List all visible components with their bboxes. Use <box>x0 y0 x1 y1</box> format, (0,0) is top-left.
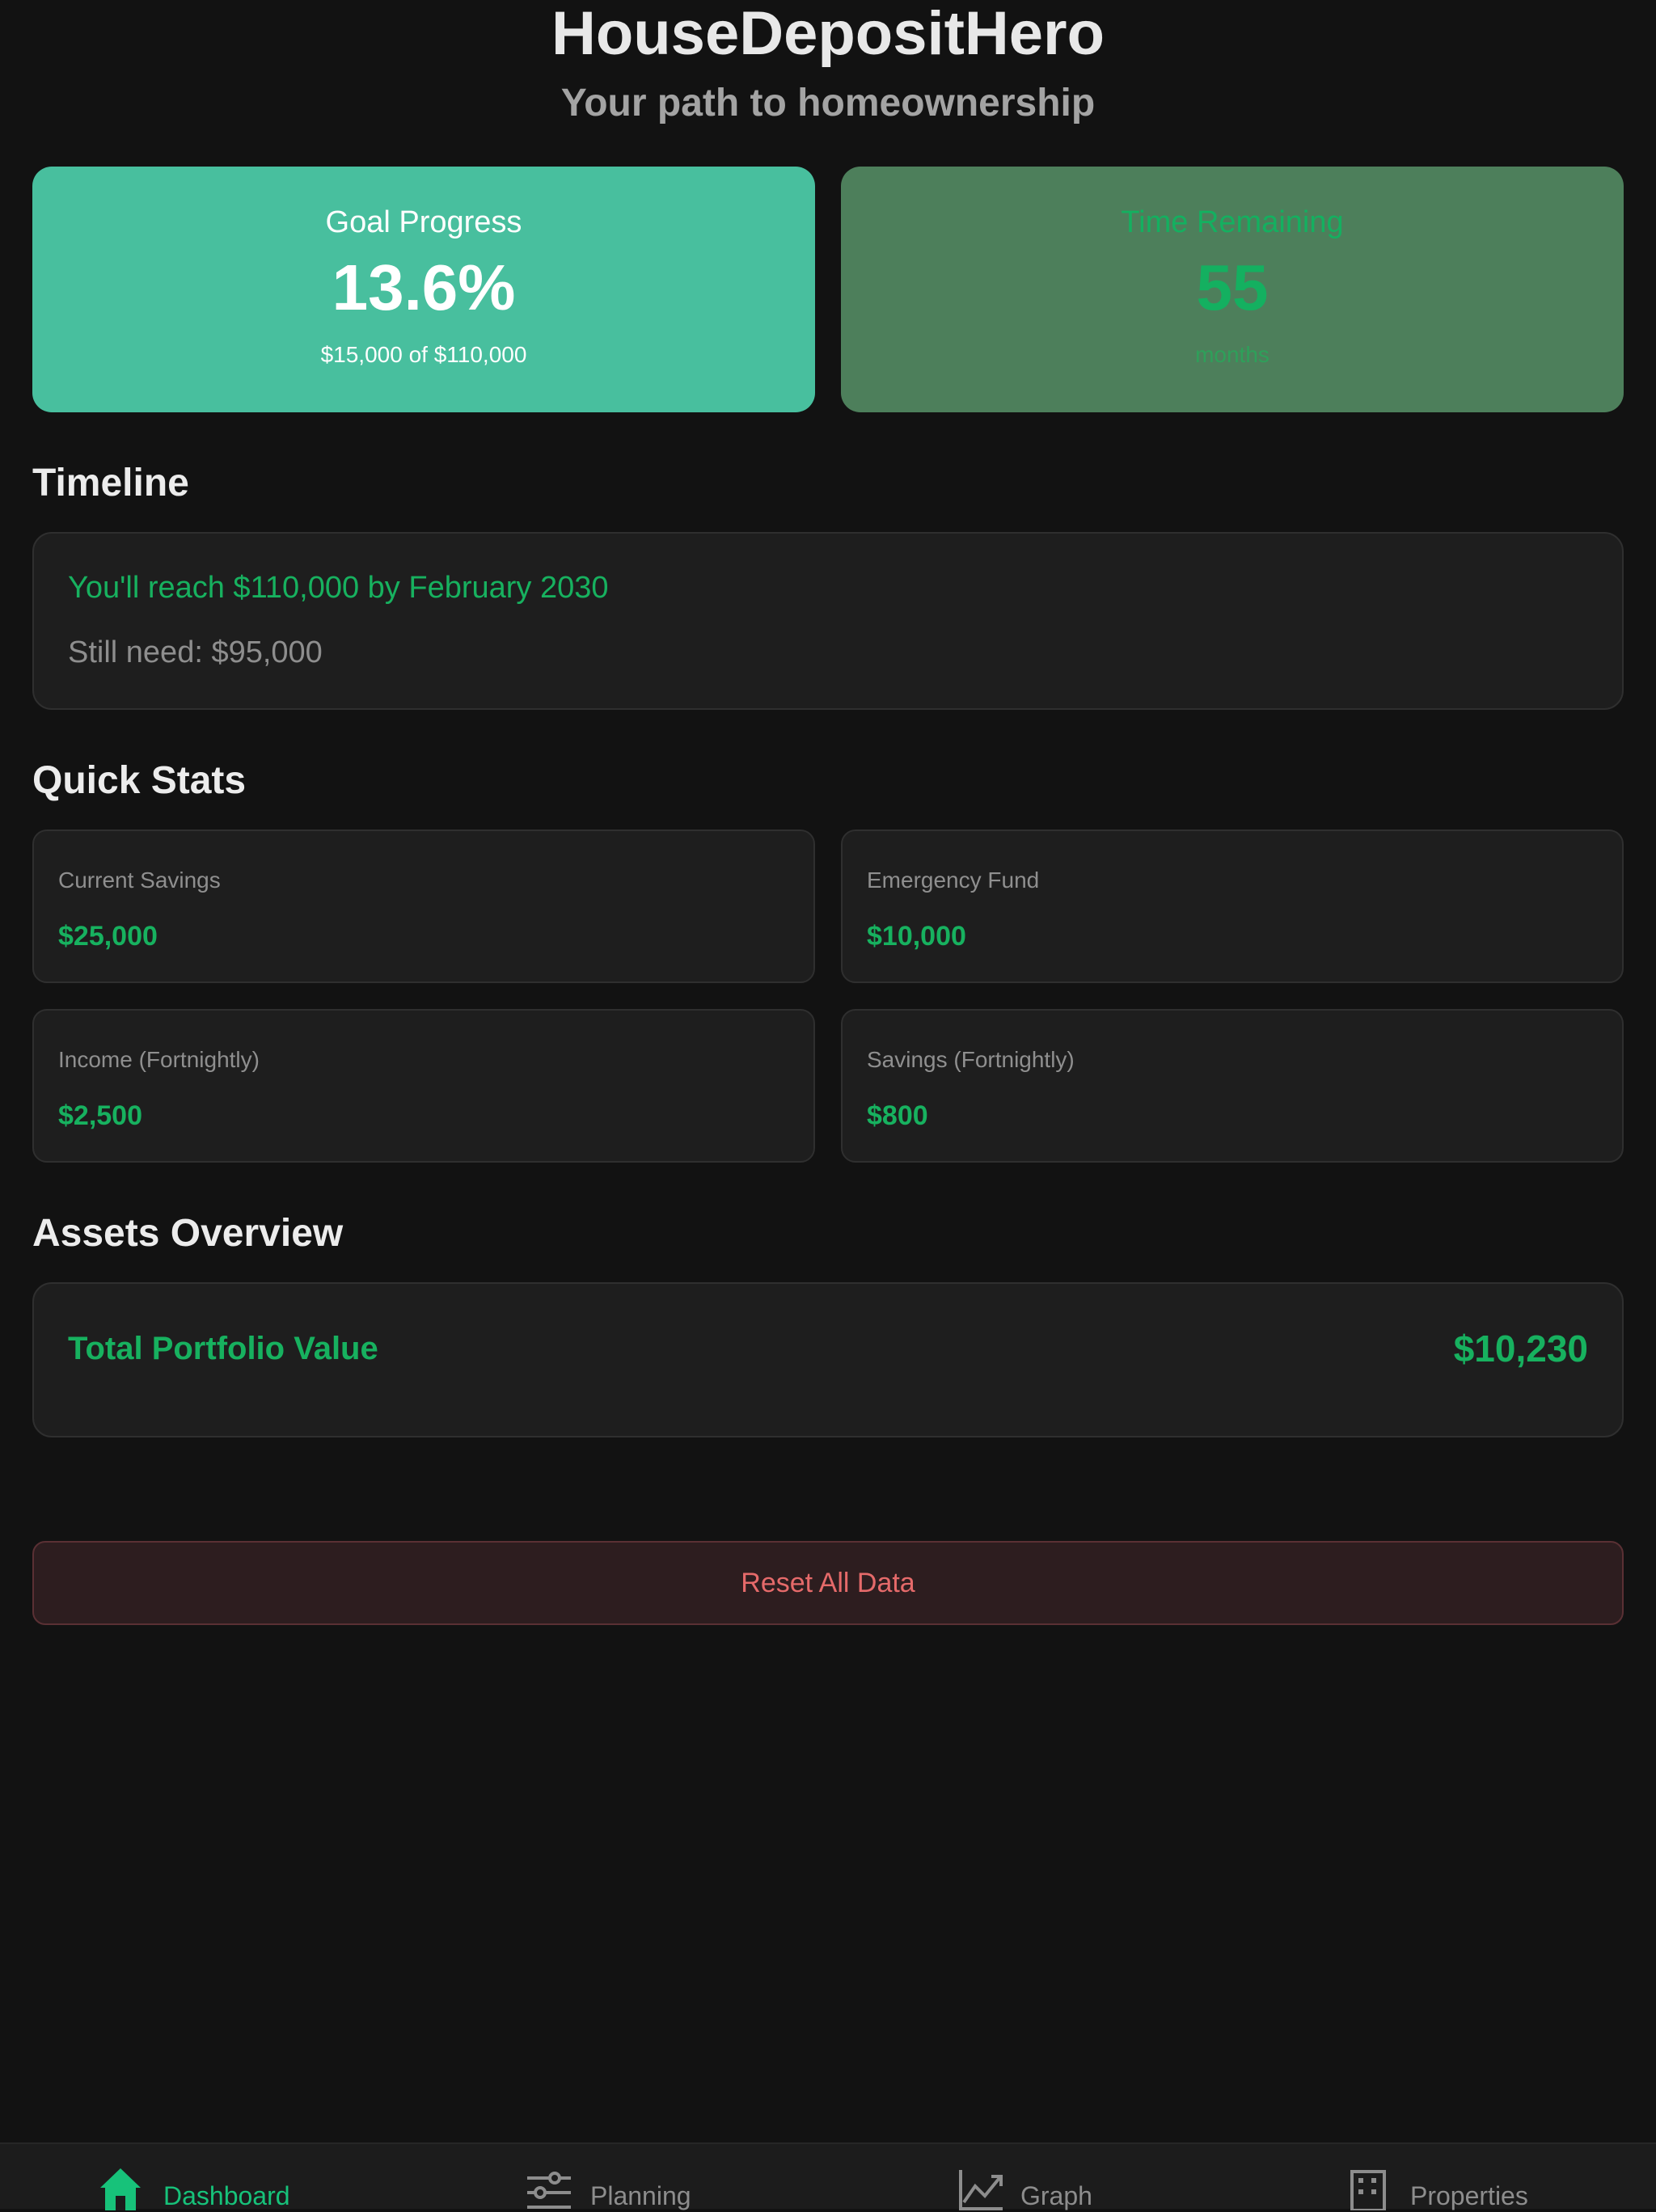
assets-panel: Total Portfolio Value $10,230 <box>32 1282 1624 1437</box>
timeline-section-title: Timeline <box>32 462 189 504</box>
sliders-icon <box>527 2172 571 2209</box>
home-icon <box>100 2168 141 2210</box>
goal-progress-card: Goal Progress 13.6% $15,000 of $110,000 <box>32 167 815 412</box>
stat-label: Emergency Fund <box>867 867 1040 893</box>
goal-progress-value: 13.6% <box>332 251 516 323</box>
reset-all-data-button[interactable]: Reset All Data <box>32 1541 1624 1625</box>
quick-stats-section-title: Quick Stats <box>32 759 247 802</box>
stat-card-emergency-fund: Emergency Fund $10,000 <box>841 830 1624 983</box>
bottom-tab-bar: Dashboard Planning Graph Properties <box>0 2142 1656 2210</box>
stat-value: $800 <box>867 1100 928 1131</box>
stat-card-income: Income (Fortnightly) $2,500 <box>32 1009 815 1163</box>
tab-label: Dashboard <box>163 2181 290 2210</box>
tab-label: Planning <box>590 2181 691 2210</box>
time-remaining-unit: months <box>1195 342 1269 367</box>
stat-card-savings: Savings (Fortnightly) $800 <box>841 1009 1624 1163</box>
tab-properties[interactable]: Properties <box>1347 2144 1590 2210</box>
stat-value: $2,500 <box>58 1100 142 1131</box>
stat-value: $10,000 <box>867 921 966 952</box>
timeline-panel: You'll reach $110,000 by February 2030 S… <box>32 532 1624 710</box>
building-icon <box>1350 2170 1386 2210</box>
stat-label: Savings (Fortnightly) <box>867 1047 1075 1072</box>
timeline-remaining: Still need: $95,000 <box>68 635 323 669</box>
stat-label: Current Savings <box>58 867 221 893</box>
portfolio-value-label: Total Portfolio Value <box>68 1331 378 1366</box>
tab-label: Graph <box>1020 2181 1092 2210</box>
app-title: HouseDepositHero <box>551 0 1105 68</box>
stat-label: Income (Fortnightly) <box>58 1047 260 1072</box>
time-remaining-label: Time Remaining <box>1121 205 1344 239</box>
tab-label: Properties <box>1410 2181 1528 2210</box>
tab-dashboard[interactable]: Dashboard <box>97 2144 307 2210</box>
stat-card-current-savings: Current Savings $25,000 <box>32 830 815 983</box>
portfolio-value: $10,230 <box>1453 1328 1588 1370</box>
time-remaining-value: 55 <box>1196 251 1269 323</box>
time-remaining-card: Time Remaining 55 months <box>841 167 1624 412</box>
tab-graph[interactable]: Graph <box>957 2144 1135 2210</box>
stat-value: $25,000 <box>58 921 158 952</box>
tab-planning[interactable]: Planning <box>526 2144 720 2210</box>
trend-chart-icon <box>959 2170 1003 2210</box>
goal-progress-label: Goal Progress <box>325 205 522 239</box>
assets-section-title: Assets Overview <box>32 1212 344 1255</box>
goal-progress-amounts: $15,000 of $110,000 <box>320 342 527 367</box>
app-subtitle: Your path to homeownership <box>560 82 1096 125</box>
timeline-projection: You'll reach $110,000 by February 2030 <box>68 571 609 605</box>
